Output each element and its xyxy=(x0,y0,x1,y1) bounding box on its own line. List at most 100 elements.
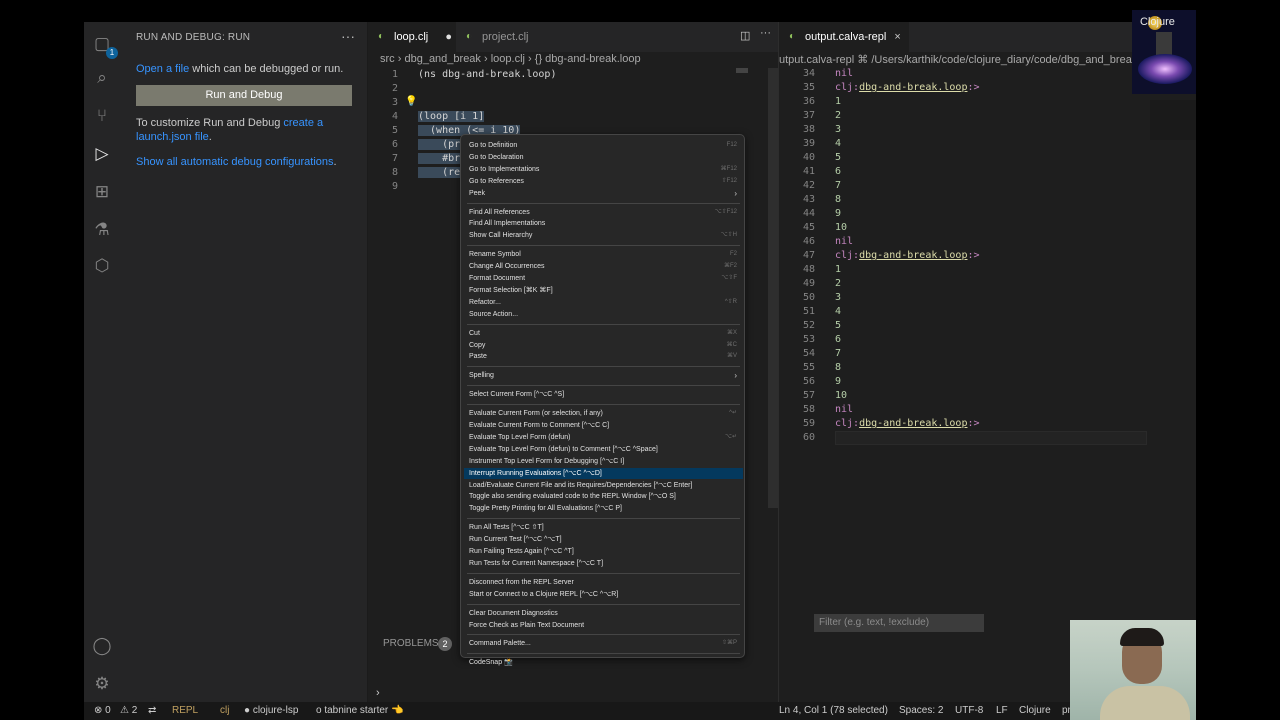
menu-item[interactable]: Toggle also sending evaluated code to th… xyxy=(464,491,743,502)
menu-item-label: Evaluate Top Level Form (defun) xyxy=(469,433,571,441)
menu-item[interactable]: Go to Implementations ⌘F12 xyxy=(464,164,743,175)
repl-status[interactable]: REPL xyxy=(172,702,198,720)
prompt-arrow: :> xyxy=(967,82,980,93)
menu-item[interactable]: Load/Evaluate Current File and its Requi… xyxy=(464,480,743,491)
cursor-position[interactable]: Ln 4, Col 1 (78 selected) xyxy=(779,702,888,720)
extensions-icon[interactable]: ⊞ xyxy=(90,180,114,204)
menu-item[interactable]: Interrupt Running Evaluations [^⌥C ^⌥D] xyxy=(464,467,743,479)
menu-item[interactable]: Source Action... xyxy=(464,309,743,320)
remote-icon[interactable]: ⬡ xyxy=(90,254,114,278)
menu-item[interactable]: Run Tests for Current Namespace [^⌥C T] xyxy=(464,558,743,569)
breadcrumb-folder[interactable]: dbg_and_break xyxy=(404,53,480,65)
code-line: (ns dbg-and-break.loop) xyxy=(418,68,556,82)
menu-item[interactable]: CodeSnap 📸 xyxy=(464,657,743,668)
menu-item[interactable]: Rename Symbol F2 xyxy=(464,249,743,260)
repl-output-line: 8 xyxy=(835,361,980,375)
menu-item[interactable]: Copy ⌘C xyxy=(464,340,743,351)
eol-status[interactable]: LF xyxy=(996,702,1008,720)
run-debug-icon[interactable]: ▷ xyxy=(90,142,114,166)
menu-item[interactable]: Format Document ⌥⇧F xyxy=(464,273,743,284)
code-text: (ns dbg-and-break.loop) xyxy=(418,69,557,80)
menu-item[interactable]: Refactor... ^⇧R xyxy=(464,297,743,308)
tab-output-calva-repl[interactable]: ◐ output.calva-repl × xyxy=(779,22,909,52)
menu-item[interactable]: Spelling › xyxy=(464,370,743,381)
menu-item[interactable]: Run Failing Tests Again [^⌥C ^T] xyxy=(464,546,743,557)
menu-item[interactable]: Peek › xyxy=(464,188,743,199)
settings-gear-icon[interactable]: ⚙ xyxy=(90,672,114,696)
tab-problems[interactable]: PROBLEMS xyxy=(383,638,439,649)
tab-loop-clj[interactable]: ◐ loop.clj ● xyxy=(368,22,456,52)
clojure-lsp-status[interactable]: ● clojure-lsp xyxy=(244,702,298,720)
prompt-prefix: clj: xyxy=(835,250,860,261)
menu-item[interactable]: Show Call Hierarchy ⌥⇧H xyxy=(464,230,743,241)
minimap[interactable] xyxy=(736,68,748,73)
filter-input[interactable]: Filter (e.g. text, !exclude) xyxy=(814,614,984,632)
breadcrumb-namespace[interactable]: {} dbg-and-break.loop xyxy=(535,53,641,65)
clj-lang-status[interactable]: clj xyxy=(220,702,229,720)
line-number: 56 xyxy=(802,376,815,387)
encoding-status[interactable]: UTF-8 xyxy=(955,702,983,720)
menu-item[interactable]: Format Selection [⌘K ⌘F] xyxy=(464,285,743,296)
run-and-debug-button[interactable]: Run and Debug xyxy=(136,85,352,106)
prompt-namespace[interactable]: dbg-and-break.loop xyxy=(859,418,967,429)
output-breadcrumb[interactable]: utput.calva-repl ⌘ /Users/karthik/code/c… xyxy=(779,53,1137,66)
menu-item-label: Start or Connect to a Clojure REPL [^⌥C … xyxy=(469,590,619,598)
menu-item[interactable]: Evaluate Top Level Form (defun) to Comme… xyxy=(464,444,743,455)
output-value: nil xyxy=(835,404,854,415)
account-icon[interactable]: ◯ xyxy=(90,634,114,658)
explorer-icon[interactable]: ▢ 1 xyxy=(90,32,118,59)
menu-item[interactable]: Disconnect from the REPL Server xyxy=(464,577,743,588)
indentation-status[interactable]: Spaces: 2 xyxy=(899,702,943,720)
menu-item[interactable]: Select Current Form [^⌥C ^S] xyxy=(464,389,743,400)
menu-item[interactable]: Go to Declaration xyxy=(464,152,743,163)
search-icon[interactable]: ⌕ xyxy=(90,66,114,90)
warnings-status[interactable]: ⚠ 2 xyxy=(120,702,137,720)
debug-icon[interactable]: ⇄ xyxy=(148,702,156,720)
errors-status[interactable]: ⊗ 0 xyxy=(94,702,111,720)
source-control-icon[interactable]: ⑂ xyxy=(90,104,114,128)
menu-item[interactable]: Run All Tests [^⌥C ⇧T] xyxy=(464,522,743,533)
menu-item[interactable]: Go to References ⇧F12 xyxy=(464,176,743,187)
menu-item[interactable]: Find All References ⌥⇧F12 xyxy=(464,207,743,218)
menu-item[interactable]: Go to Definition F12 xyxy=(464,140,743,151)
menu-item[interactable]: Paste ⌘V xyxy=(464,351,743,362)
menu-item-shortcut: ⇧⌘P xyxy=(721,640,737,647)
open-file-link[interactable]: Open a file xyxy=(136,63,189,75)
menu-item[interactable]: Run Current Test [^⌥C ^⌥T] xyxy=(464,534,743,545)
testing-icon[interactable]: ⚗ xyxy=(90,218,114,242)
menu-item-label: Spelling xyxy=(469,372,494,380)
split-editor-icon[interactable]: ◫ xyxy=(740,29,750,42)
language-mode-status[interactable]: Clojure xyxy=(1019,702,1051,720)
menu-item[interactable]: Evaluate Top Level Form (defun) ⌥↵ xyxy=(464,432,743,443)
menu-item[interactable]: Force Check as Plain Text Document xyxy=(464,620,743,631)
more-actions-icon[interactable]: ··· xyxy=(341,28,355,44)
lightbulb-icon[interactable]: 💡 xyxy=(405,96,417,107)
tabnine-status[interactable]: o tabnine starter 👈 xyxy=(316,702,404,720)
line-number: 50 xyxy=(802,292,815,303)
menu-item[interactable]: Toggle Pretty Printing for All Evaluatio… xyxy=(464,503,743,514)
prompt-namespace[interactable]: dbg-and-break.loop xyxy=(859,82,967,93)
breadcrumb-file[interactable]: loop.clj xyxy=(491,53,525,65)
code-text: (pr xyxy=(418,139,461,150)
menu-item[interactable]: Evaluate Current Form to Comment [^⌥C C] xyxy=(464,420,743,431)
menu-item[interactable]: Change All Occurrences ⌘F2 xyxy=(464,261,743,272)
menu-item[interactable]: Find All Implementations xyxy=(464,218,743,229)
breadcrumb-src[interactable]: src xyxy=(380,53,395,65)
output-value: 10 xyxy=(835,390,848,401)
modified-dot-icon[interactable]: ● xyxy=(445,22,452,52)
menu-item-label: Run Tests for Current Namespace [^⌥C T] xyxy=(469,559,604,567)
menu-item[interactable]: Evaluate Current Form (or selection, if … xyxy=(464,408,743,419)
menu-item[interactable]: Command Palette... ⇧⌘P xyxy=(464,638,743,649)
editor-more-icon[interactable]: ··· xyxy=(760,27,771,39)
menu-item[interactable]: Clear Document Diagnostics xyxy=(464,608,743,619)
close-tab-icon[interactable]: × xyxy=(894,31,900,43)
tab-project-clj[interactable]: ◐ project.clj xyxy=(456,22,556,52)
menu-item-label: Change All Occurrences xyxy=(469,263,545,271)
menu-item[interactable]: Instrument Top Level Form for Debugging … xyxy=(464,456,743,467)
menu-item[interactable]: Start or Connect to a Clojure REPL [^⌥C … xyxy=(464,589,743,600)
editor-scrollbar[interactable] xyxy=(768,68,778,508)
repl-output[interactable]: nil clj:dbg-and-break.loop:> 1 2 3 4 5 6 7 8 9 10 ni… xyxy=(835,67,980,445)
prompt-namespace[interactable]: dbg-and-break.loop xyxy=(859,250,967,261)
menu-item[interactable]: Cut ⌘X xyxy=(464,328,743,339)
show-debug-configs-link[interactable]: Show all automatic debug configurations xyxy=(136,156,334,168)
